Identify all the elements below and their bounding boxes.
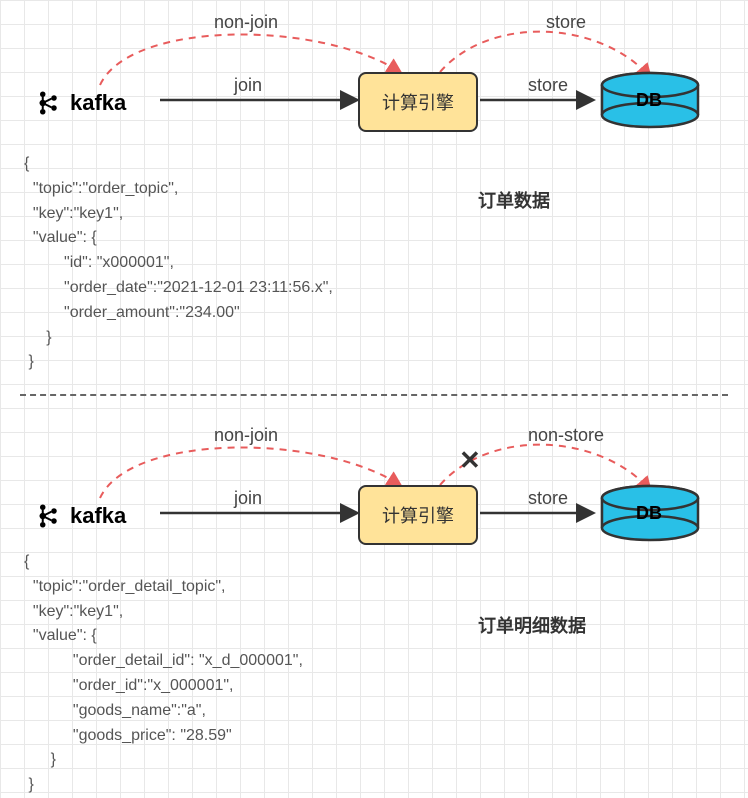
engine-box-top: 计算引擎 <box>358 72 478 132</box>
section-title-bottom: 订单明细数据 <box>478 612 586 638</box>
engine-label: 计算引擎 <box>382 89 454 115</box>
kafka-icon <box>34 88 64 118</box>
nonjoin-label-top: non-join <box>214 12 278 33</box>
engine-label: 计算引擎 <box>382 502 454 528</box>
json-block-top: { "topic":"order_topic", "key":"key1", "… <box>24 152 333 375</box>
section-divider <box>20 394 728 396</box>
arc-store-label-top: store <box>546 12 586 33</box>
kafka-label: kafka <box>70 503 126 529</box>
engine-box-bottom: 计算引擎 <box>358 485 478 545</box>
x-mark-icon: ✕ <box>459 445 481 476</box>
kafka-logo-top: kafka <box>34 88 126 118</box>
kafka-icon <box>34 501 64 531</box>
join-label-bottom: join <box>234 488 262 509</box>
store-label-top: store <box>528 75 568 96</box>
store-label-bottom: store <box>528 488 568 509</box>
db-label-top: DB <box>636 90 662 111</box>
nonjoin-label-bottom: non-join <box>214 425 278 446</box>
json-block-bottom: { "topic":"order_detail_topic", "key":"k… <box>24 550 303 798</box>
kafka-logo-bottom: kafka <box>34 501 126 531</box>
db-label-bottom: DB <box>636 503 662 524</box>
section-title-top: 订单数据 <box>478 187 550 213</box>
join-label-top: join <box>234 75 262 96</box>
kafka-label: kafka <box>70 90 126 116</box>
nonstore-label-bottom: non-store <box>528 425 604 446</box>
